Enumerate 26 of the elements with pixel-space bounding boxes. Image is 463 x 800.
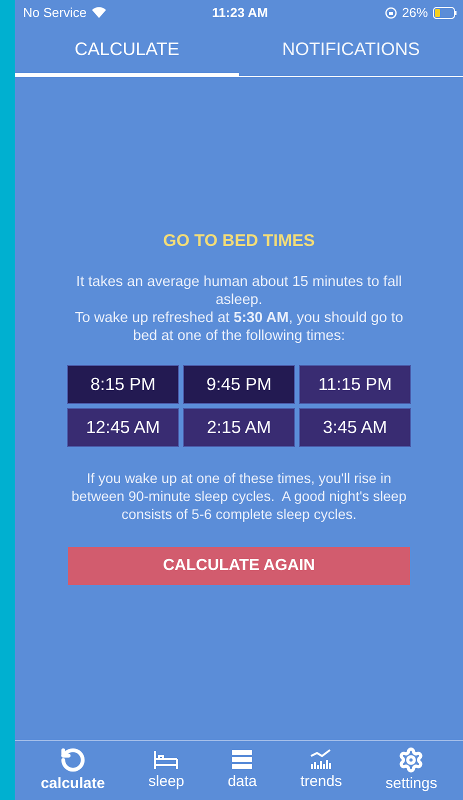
- nav-tab[interactable]: trends: [300, 747, 342, 800]
- battery-percent: 26%: [402, 5, 428, 20]
- sleep-cycle-note: If you wake up at one of these times, you'll rise in between 90-minute sleep cycles. A good night's sleep consists of 5-6 complete sleep cycles.: [70, 469, 408, 523]
- carrier-text: No Service: [23, 5, 87, 20]
- wifi-icon: [92, 7, 106, 18]
- bedtime-option[interactable]: 2:15 AM: [183, 408, 295, 447]
- list-icon: [230, 747, 254, 771]
- nav-tab[interactable]: settings: [386, 747, 438, 800]
- nav-tab[interactable]: calculate: [40, 747, 105, 800]
- intro-text: It takes an average human about 15 minutes to fall asleep. To wake up refreshed at 5:30 AM, you should go to bed at one of the following times:: [74, 273, 404, 345]
- settings-icon: [398, 747, 424, 773]
- refresh-icon: [60, 747, 86, 773]
- section-heading: GO TO BED TIMES: [163, 231, 315, 251]
- tab[interactable]: NOTIFICATIONS: [239, 25, 463, 77]
- nav-tab[interactable]: sleep: [148, 747, 184, 800]
- calculate-again-button[interactable]: CALCULATE AGAIN: [68, 547, 410, 585]
- clock-text: 11:23 AM: [212, 5, 268, 20]
- tab[interactable]: CALCULATE: [15, 25, 239, 77]
- bedtime-option[interactable]: 11:15 PM: [299, 365, 411, 404]
- rotation-lock-icon: [384, 6, 397, 18]
- battery-icon: [432, 6, 457, 18]
- bedtime-option[interactable]: 12:45 AM: [67, 408, 179, 447]
- bedtime-option[interactable]: 8:15 PM: [67, 365, 179, 404]
- bedtime-option[interactable]: 9:45 PM: [183, 365, 295, 404]
- bedtime-option[interactable]: 3:45 AM: [299, 408, 411, 447]
- nav-tab[interactable]: data: [228, 747, 257, 800]
